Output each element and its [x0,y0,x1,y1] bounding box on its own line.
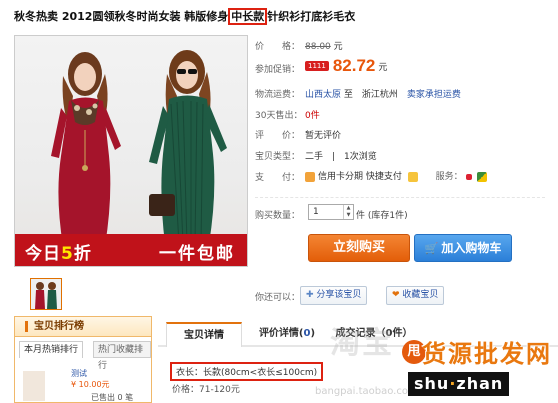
watermark-main: 淘宝 [330,326,394,361]
stock-text: 件 (库存1件) [356,211,408,221]
ranking-item-price: ¥ 10.00元 [71,380,110,389]
model-red-dress [51,52,121,246]
promo-label: 参加促销： [255,65,301,75]
title-highlight: 中长款 [228,8,268,25]
price-range: 价格：71-120元 [172,385,240,395]
thumbnail-image [31,279,61,309]
promo-unit: 元 [378,62,388,73]
favorite-button[interactable]: ❤ 收藏宝贝 [386,286,445,305]
price-label: 价 格： [255,42,301,52]
type-value: 二手 | 1次浏览 [305,152,377,162]
promo-banner: 今日5折 一件包邮 [15,234,247,266]
size-spec: 衣长：长款(80cm<衣长≤100cm) [170,362,324,381]
ranking-item-sold: 已售出 0 笔 [91,393,134,402]
share-button[interactable]: ✚ 分享该宝贝 [300,286,368,305]
ranking-item-title[interactable]: 测试 [71,368,87,379]
tab-review-detail[interactable]: 评价详情(0) [244,322,330,347]
title-text-end: 针织衫打底衫毛衣 [267,10,356,23]
sold-value: 0件 [305,111,320,121]
tab-product-detail[interactable]: 宝贝详情 [166,322,242,347]
pay-row: 信用卡分期 快捷支付 服务： [305,169,490,182]
share-icon: ✚ [306,290,317,300]
ranking-title: 宝贝排行榜 [34,321,84,332]
more-actions-label: 你还可以： [255,293,301,303]
favorite-icon: ❤ [392,290,403,300]
buy-now-button[interactable]: 立刻购买 [308,234,410,262]
service-dot-icon [465,173,472,180]
rating-value: 暂无评价 [305,131,342,141]
shipping-row: 山西太原 至 浙江杭州 卖家承担运费 [305,87,461,100]
pay-quick[interactable]: 快捷支付 [366,172,402,182]
credit-card-icon [305,171,315,182]
quantity-stepper[interactable]: 1 ▲ ▼ [308,204,354,220]
promo-row: 1111 82.72 元 [305,56,387,76]
title-text-start: 秋冬热卖 2012圆领秋冬时尚女装 韩版修身 [14,10,229,23]
logo-cn-text: 货源批发网 [422,340,552,368]
promo-tag: 1111 [305,61,329,71]
logo-en-text: shu·zhan [408,372,510,396]
ranking-item-image[interactable] [23,371,45,401]
header-bar-icon [25,320,28,332]
free-shipping-text: 一件包邮 [159,244,235,264]
product-title: 秋冬热卖 2012圆领秋冬时尚女装 韩版修身 中长款 针织衫打底衫毛衣 [14,8,356,25]
product-main-image[interactable]: 今日5折 一件包邮 [14,35,248,267]
service-guarantee-icon[interactable] [477,171,488,182]
review-label: 评价详情( [258,328,304,339]
quantity-input[interactable]: 1 [313,207,335,217]
price-unit: 元 [333,42,343,52]
service-label: 服务： [435,172,463,182]
shipping-to: 至 浙江杭州 [343,90,398,100]
shipping-label: 物流运费： [255,90,301,100]
model-green-dress [149,50,227,244]
rating-label: 评 价： [255,131,301,141]
shipping-fee[interactable]: 卖家承担运费 [407,90,461,100]
ranking-header: 宝贝排行榜 [15,317,151,337]
quick-pay-icon [407,171,418,182]
pay-credit[interactable]: 信用卡分期 [318,172,363,182]
original-price: 88.00 [305,42,331,52]
cart-icon: 🛒 [424,242,439,255]
quantity-label: 购买数量： [255,211,301,221]
type-label: 宝贝类型： [255,152,301,162]
quantity-spin-icon[interactable]: ▲ ▼ [343,205,353,219]
add-to-cart-button[interactable]: 🛒 加入购物车 [414,234,512,262]
info-divider [255,197,545,198]
product-thumbnail[interactable] [30,278,62,310]
site-logo: 甩 货源批发网 shu·zhan [402,330,558,403]
shipping-from[interactable]: 山西太原 [305,90,341,100]
cart-label: 加入购物车 [441,241,502,255]
tab-popular-favorites[interactable]: 热门收藏排行 [93,341,151,371]
share-label: 分享该宝贝 [316,290,362,300]
ranking-panel: 宝贝排行榜 本月热销排行 热门收藏排行 测试 ¥ 10.00元 已售出 0 笔 [14,316,152,403]
pay-label: 支 付： [255,173,301,183]
price-row: 88.00 元 [305,39,343,52]
favorite-label: 收藏宝贝 [402,290,439,300]
sold-label: 30天售出： [255,111,303,121]
promo-price: 82.72 [332,56,376,75]
review-suffix: ) [310,328,316,339]
tab-monthly-sales[interactable]: 本月热销排行 [19,341,84,358]
discount-text: 今日5折 [25,244,92,264]
